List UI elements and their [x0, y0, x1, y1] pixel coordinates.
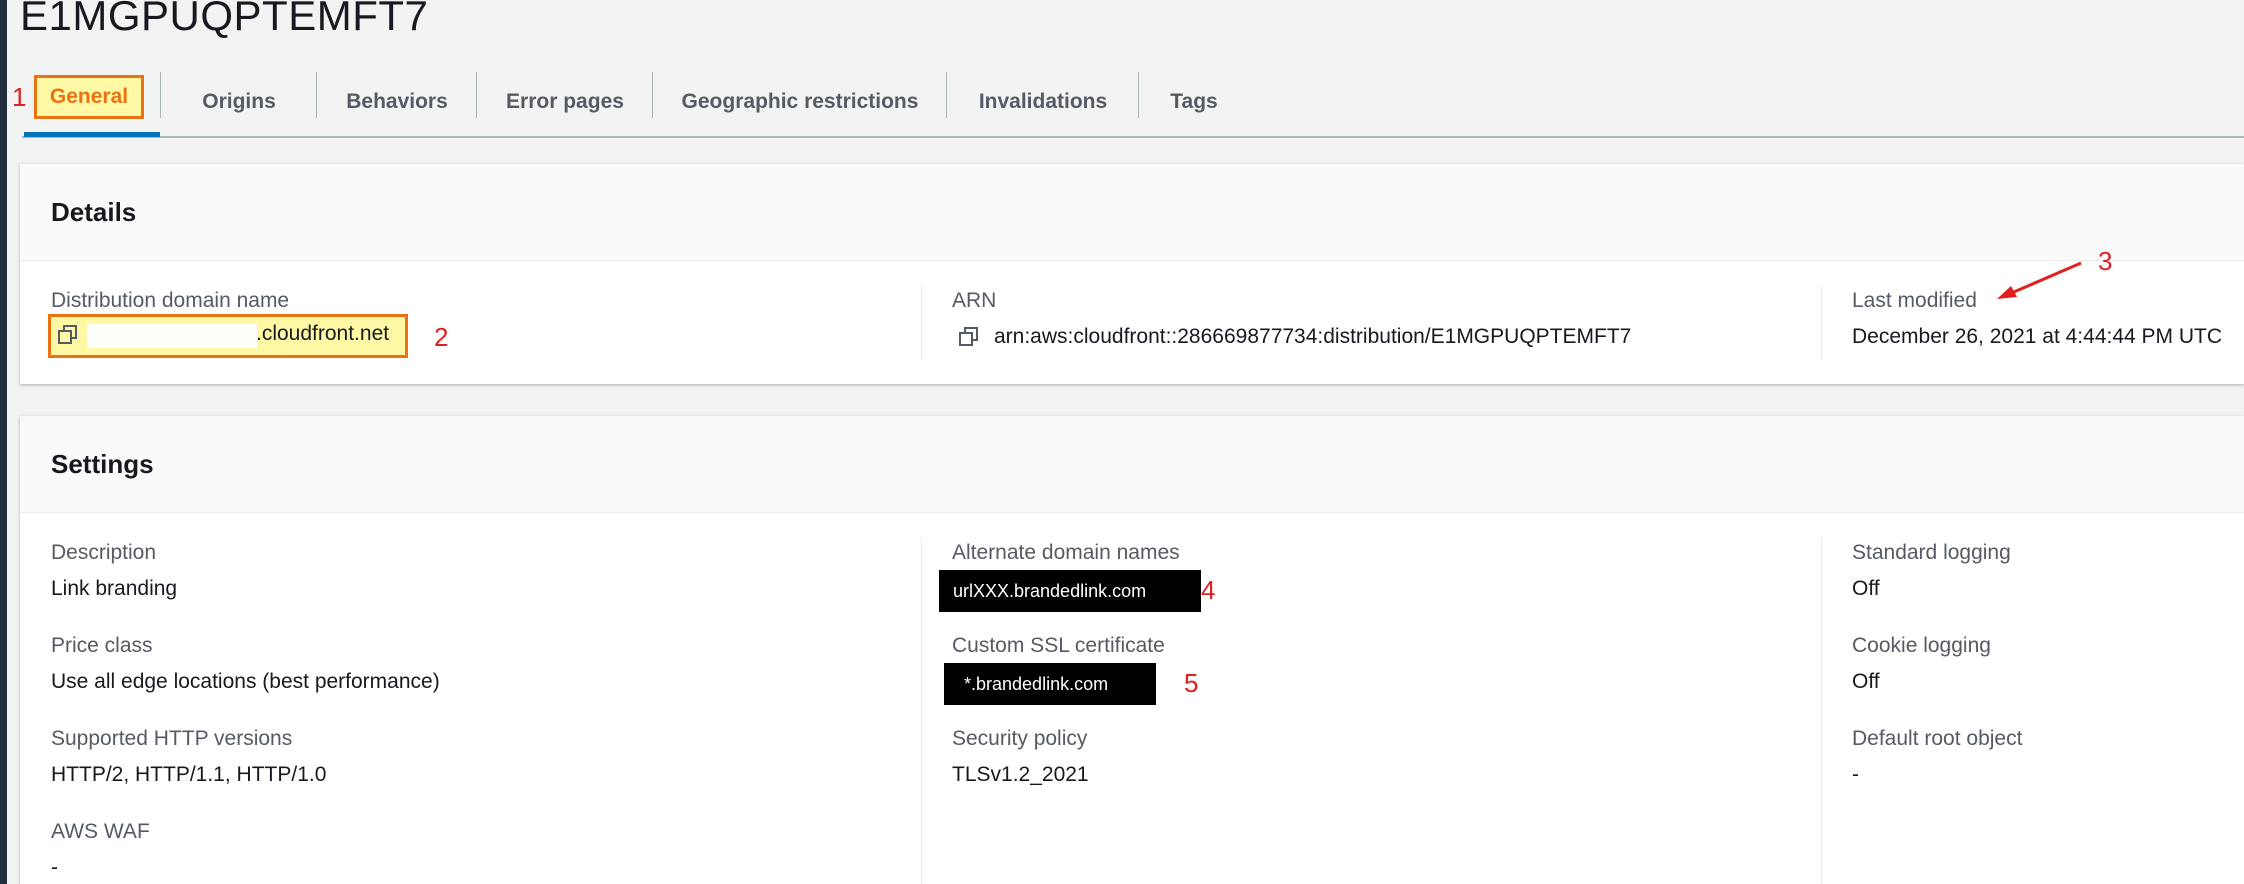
description-label: Description: [51, 541, 157, 564]
tab-separator: [652, 72, 653, 118]
annotation-4: 4: [1201, 575, 1216, 605]
column-divider: [921, 286, 922, 361]
price-class-value: Use all edge locations (best performance…: [51, 670, 440, 693]
details-panel: Details Distribution domain name .cloudf…: [20, 164, 2244, 384]
tab-separator: [946, 72, 947, 118]
arn-label: ARN: [952, 289, 997, 312]
tab-origins[interactable]: Origins: [162, 68, 316, 136]
last-modified-value: December 26, 2021 at 4:44:44 PM UTC: [1852, 325, 2223, 348]
copy-icon[interactable]: [958, 326, 980, 348]
left-edge-bar: [0, 0, 7, 884]
annotation-1: 1: [12, 82, 27, 112]
price-class-label: Price class: [51, 634, 153, 657]
aws-waf-value: -: [51, 856, 58, 879]
tab-bar: 1 General Origins Behaviors Error pages …: [12, 68, 2244, 138]
last-modified-label: Last modified: [1852, 289, 1977, 312]
arrow-annotation: [1997, 261, 2082, 299]
default-root-object-value: -: [1852, 763, 1859, 786]
details-header: Details: [20, 164, 2244, 261]
tab-error-pages[interactable]: Error pages: [478, 68, 652, 136]
security-policy-value: TLSv1.2_2021: [952, 763, 1089, 786]
copy-icon[interactable]: [57, 324, 79, 346]
cookie-logging-label: Cookie logging: [1852, 634, 1991, 657]
tab-invalidations[interactable]: Invalidations: [948, 68, 1138, 136]
tab-behaviors[interactable]: Behaviors: [318, 68, 476, 136]
alt-domain-label: Alternate domain names: [952, 541, 1180, 564]
default-root-object-label: Default root object: [1852, 727, 2023, 750]
redacted-area: [87, 324, 257, 348]
tab-geographic-restrictions[interactable]: Geographic restrictions: [654, 68, 946, 136]
ssl-certificate-value: *.brandedlink.com: [944, 663, 1156, 705]
tab-separator: [1138, 72, 1139, 118]
standard-logging-value: Off: [1852, 577, 1880, 600]
aws-waf-label: AWS WAF: [51, 820, 150, 843]
annotation-5: 5: [1184, 668, 1199, 698]
http-versions-value: HTTP/2, HTTP/1.1, HTTP/1.0: [51, 763, 327, 786]
column-divider: [1821, 286, 1822, 361]
column-divider: [921, 538, 922, 884]
tab-active-indicator: [24, 132, 160, 137]
annotation-2: 2: [434, 322, 449, 352]
settings-header: Settings: [20, 416, 2244, 513]
arn-value: arn:aws:cloudfront::286669877734:distrib…: [994, 325, 1632, 348]
standard-logging-label: Standard logging: [1852, 541, 2011, 564]
tab-general[interactable]: General: [34, 75, 144, 119]
annotation-3: 3: [2098, 246, 2113, 276]
tab-tags[interactable]: Tags: [1140, 68, 1248, 136]
alt-domain-value: urlXXX.brandedlink.com: [939, 570, 1201, 612]
tab-separator: [476, 72, 477, 118]
domain-value: .cloudfront.net: [256, 322, 390, 345]
http-versions-label: Supported HTTP versions: [51, 727, 293, 750]
tab-separator: [316, 72, 317, 118]
cookie-logging-value: Off: [1852, 670, 1880, 693]
column-divider: [1821, 538, 1822, 884]
settings-panel: Settings Description Link branding Price…: [20, 416, 2244, 884]
security-policy-label: Security policy: [952, 727, 1088, 750]
domain-value-highlight: .cloudfront.net: [48, 314, 408, 358]
tab-separator: [160, 72, 161, 118]
ssl-certificate-label: Custom SSL certificate: [952, 634, 1165, 657]
page-title: E1MGPUQPTEMFT7: [20, 0, 429, 39]
domain-label: Distribution domain name: [51, 289, 290, 312]
description-value: Link branding: [51, 577, 178, 600]
